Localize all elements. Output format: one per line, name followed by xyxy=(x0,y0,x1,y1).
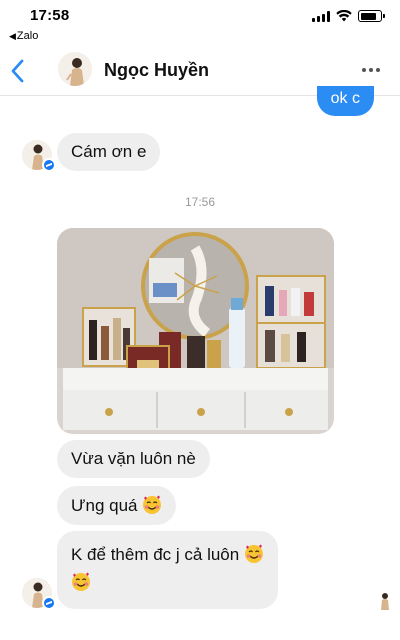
sender-avatar[interactable] xyxy=(22,140,56,172)
incoming-message[interactable]: Cám ơn e xyxy=(57,133,161,171)
back-app-label: Zalo xyxy=(16,30,39,42)
more-icon[interactable] xyxy=(362,68,380,72)
messenger-badge-icon xyxy=(42,596,56,610)
incoming-message[interactable]: Vừa vặn luôn nè xyxy=(57,440,210,478)
cellular-signal-icon xyxy=(312,10,330,22)
read-receipt-avatar xyxy=(381,593,389,610)
back-chevron-icon[interactable] xyxy=(8,58,28,84)
contact-name[interactable]: Ngọc Huyền xyxy=(104,60,209,81)
smiling-face-with-hearts-emoji xyxy=(72,572,90,591)
sender-avatar[interactable] xyxy=(22,578,56,610)
outgoing-message-text: ok c xyxy=(330,90,360,107)
wifi-icon xyxy=(336,10,352,22)
status-bar: 17:58 xyxy=(0,0,400,28)
incoming-message-text: K để thêm đc j cả luôn xyxy=(71,545,240,564)
back-to-app-link[interactable]: ◀Zalo xyxy=(9,30,38,42)
status-time: 17:58 xyxy=(30,7,70,24)
status-icons xyxy=(312,10,385,22)
contact-avatar[interactable] xyxy=(58,52,92,86)
incoming-message-text: Ưng quá xyxy=(71,496,138,515)
message-timestamp: 17:56 xyxy=(184,195,216,209)
smiling-face-with-hearts-emoji xyxy=(143,495,162,514)
messenger-badge-icon xyxy=(42,158,56,172)
incoming-message-text: Cám ơn e xyxy=(71,142,147,161)
photo-message[interactable] xyxy=(57,228,334,434)
smiling-face-with-hearts-emoji xyxy=(244,544,263,563)
incoming-message-text: Vừa vặn luôn nè xyxy=(71,449,196,468)
battery-icon xyxy=(358,10,385,22)
back-triangle-icon: ◀ xyxy=(9,31,16,41)
incoming-message[interactable]: Ưng quá xyxy=(57,486,177,525)
incoming-message[interactable]: K để thêm đc j cả luôn xyxy=(57,531,278,609)
outgoing-message[interactable]: ok c xyxy=(316,86,374,116)
